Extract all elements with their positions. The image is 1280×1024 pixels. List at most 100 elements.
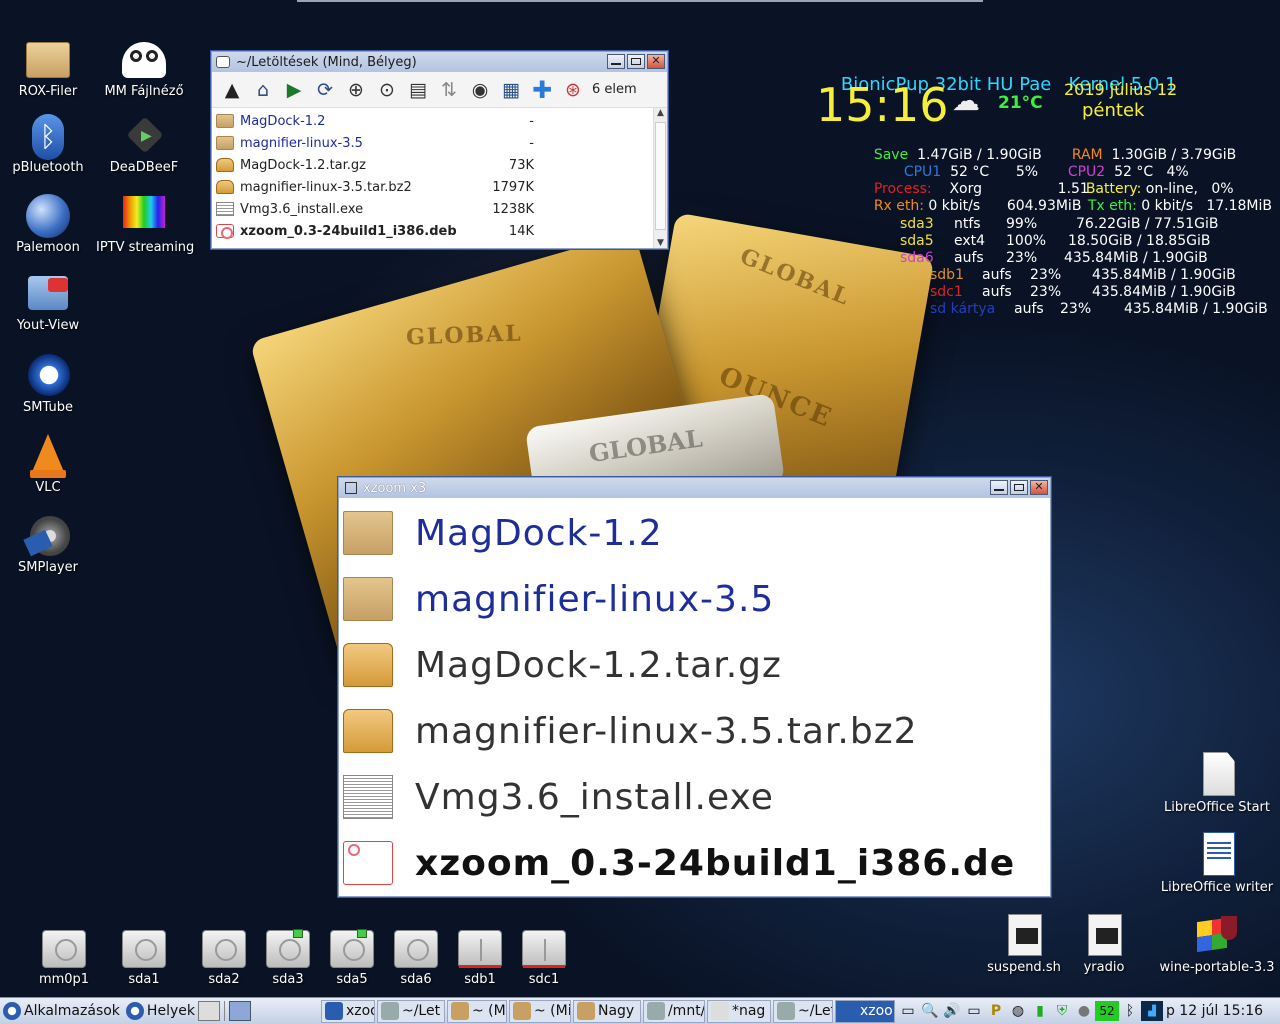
window-titlebar[interactable]: xzoom x3 ✕ xyxy=(339,478,1050,498)
drive-sdc1[interactable]: sdc1 xyxy=(514,930,574,987)
taskbar-window-button[interactable]: ~ (Mi xyxy=(446,999,507,1023)
vlc-desktop-icon[interactable]: VLC xyxy=(0,432,96,495)
disk-usage-row: sda3 ntfs 99% 76.22GiB / 77.51GiB xyxy=(900,216,1218,232)
disk-size: 435.84MiB / 1.90GiB xyxy=(1092,284,1236,300)
disk-device: sda6 xyxy=(900,250,934,266)
taskbar-window-button[interactable]: Nagy xyxy=(572,999,641,1023)
task-label: ~/Let xyxy=(797,1003,833,1019)
volume-icon[interactable]: 🔊 xyxy=(941,1001,963,1021)
drive-icon xyxy=(330,929,374,968)
zoom-in-icon[interactable]: ⊕ xyxy=(342,76,370,104)
scrollbar-thumb[interactable] xyxy=(655,122,666,230)
maximize-button[interactable] xyxy=(1010,480,1028,495)
applications-menu-button[interactable]: Alkalmazások xyxy=(0,1000,123,1023)
help-lifebuoy-icon[interactable]: ⊛ xyxy=(559,76,587,104)
zoom-fit-icon[interactable]: ⊙ xyxy=(373,76,401,104)
deadbeef-desktop-icon[interactable]: ▶ DeaDBeeF xyxy=(96,112,192,175)
shield-icon[interactable]: ⛨ xyxy=(1051,1001,1073,1021)
wine-desktop-icon[interactable]: wine-portable-3.3 xyxy=(1158,912,1276,975)
usb-drive-icon xyxy=(522,930,566,968)
scrollbar[interactable]: ▲ ▼ xyxy=(653,108,667,248)
up-icon[interactable]: ▲ xyxy=(218,76,246,104)
libreoffice-writer-label: LibreOffice writer xyxy=(1160,880,1274,895)
task-label: xzoo xyxy=(345,1003,374,1019)
drive-sda5[interactable]: sda5 xyxy=(322,929,382,987)
places-menu-button[interactable]: Helyek xyxy=(123,1000,198,1023)
minimize-button[interactable] xyxy=(607,54,625,69)
libreoffice-writer-desktop-icon[interactable]: LibreOffice writer xyxy=(1158,832,1276,895)
disk-size: 435.84MiB / 1.90GiB xyxy=(1064,250,1208,266)
close-button[interactable]: ✕ xyxy=(647,54,665,69)
smtube-desktop-icon[interactable]: SMTube xyxy=(0,352,96,415)
drive-sdb1[interactable]: sdb1 xyxy=(450,930,510,987)
drive-sda1[interactable]: sda1 xyxy=(114,930,174,987)
disk-fs: ext4 xyxy=(954,233,986,249)
cpu-temp-badge[interactable]: 52 xyxy=(1094,1001,1119,1021)
show-desktop-icon[interactable] xyxy=(228,1001,251,1021)
drive-sda3[interactable]: sda3 xyxy=(258,929,318,987)
disk-fs: aufs xyxy=(982,284,1012,300)
file-row[interactable]: MagDock-1.2.tar.gz 73K xyxy=(216,154,667,176)
palemoon-desktop-icon[interactable]: Palemoon xyxy=(0,192,96,255)
drive-mm0p1[interactable]: mm0p1 xyxy=(34,930,94,987)
file-row[interactable]: MagDock-1.2 - xyxy=(216,110,667,132)
pbluetooth-desktop-icon[interactable]: ᛒ pBluetooth xyxy=(0,112,96,175)
magnifier-icon[interactable]: 🔍 xyxy=(919,1001,941,1021)
taskbar-window-button[interactable]: ~/Let xyxy=(772,999,833,1023)
window-list-icon[interactable]: ▭ xyxy=(897,1001,919,1021)
yout-view-desktop-icon[interactable]: Yout-View xyxy=(0,270,96,333)
file-row[interactable]: magnifier-linux-3.5.tar.bz2 1797K xyxy=(216,176,667,198)
taskbar-window-button[interactable]: ~ (Mi xyxy=(508,999,571,1023)
home-icon[interactable]: ⌂ xyxy=(249,76,277,104)
select-all-icon[interactable]: ▦ xyxy=(497,76,525,104)
details-view-icon[interactable]: ▤ xyxy=(404,76,432,104)
mm-fajlnezo-desktop-icon[interactable]: MM Fájlnéző xyxy=(96,36,192,99)
sort-icon[interactable]: ⇅ xyxy=(435,76,463,104)
taskbar-window-button[interactable]: xzoo xyxy=(320,999,375,1023)
taskbar-window-button[interactable]: *nag xyxy=(706,999,771,1023)
file-size: 1238K xyxy=(492,201,534,217)
minimize-button[interactable] xyxy=(990,480,1008,495)
battery-icon[interactable]: ▭ xyxy=(963,1001,985,1021)
disk-icon[interactable]: ▮ xyxy=(1029,1001,1051,1021)
refresh-icon[interactable]: ⟳ xyxy=(311,76,339,104)
xzoom-window[interactable]: xzoom x3 ✕ MagDock-1.2 magnifier-linux-3.… xyxy=(338,477,1051,897)
executable-icon xyxy=(343,775,393,819)
bluetooth-icon[interactable]: ᛒ xyxy=(1119,1001,1141,1021)
new-plus-icon[interactable]: ✚ xyxy=(528,76,556,104)
rox-filer-window[interactable]: ~/Letöltések (Mind, Bélyeg) ✕ ▲ ⌂ ▶ ⟳ ⊕ … xyxy=(211,51,668,249)
smtube-label: SMTube xyxy=(23,400,73,415)
file-row[interactable]: Vmg3.6_install.exe 1238K xyxy=(216,198,667,220)
drive-icon xyxy=(394,930,438,968)
terminal-launcher-icon[interactable] xyxy=(197,1001,220,1021)
file-row[interactable]: xzoom_0.3-24build1_i386.deb 14K xyxy=(216,220,667,242)
taskbar-window-button[interactable]: xzoo xyxy=(834,999,895,1023)
taskbar-window-button[interactable]: ~/Let xyxy=(376,999,445,1023)
status-ball-icon[interactable]: ● xyxy=(1073,1001,1095,1021)
maximize-button[interactable] xyxy=(627,54,645,69)
zoomed-file-row: magnifier-linux-3.5.tar.bz2 xyxy=(339,698,1050,764)
taskbar-clock[interactable]: p 12 júl 15:16 xyxy=(1163,1000,1267,1023)
network-icon[interactable]: ◍ xyxy=(1007,1001,1029,1021)
rox-filer-desktop-icon[interactable]: ROX-Filer xyxy=(0,36,96,99)
window-titlebar[interactable]: ~/Letöltések (Mind, Bélyeg) ✕ xyxy=(212,52,667,72)
drive-sda6[interactable]: sda6 xyxy=(386,930,446,987)
taskbar-window-button[interactable]: /mnt/ xyxy=(642,999,705,1023)
file-row[interactable]: magnifier-linux-3.5 - xyxy=(216,132,667,154)
zoomed-file-name: xzoom_0.3-24build1_i386.de xyxy=(415,842,1016,884)
disk-percent: 100% xyxy=(1006,233,1047,249)
libreoffice-start-desktop-icon[interactable]: LibreOffice Start xyxy=(1158,752,1276,815)
task-label: /mnt/ xyxy=(667,1003,705,1019)
bookmark-icon[interactable]: ▶ xyxy=(280,76,308,104)
cpu-graph-icon[interactable]: ▟ xyxy=(1140,1001,1163,1021)
iptv-desktop-icon[interactable]: IPTV streaming xyxy=(96,192,194,255)
printer-icon[interactable]: P xyxy=(985,1001,1007,1021)
disk-device: sdc1 xyxy=(930,284,963,300)
yradio-desktop-icon[interactable]: yradio xyxy=(1056,912,1152,975)
show-hidden-eye-icon[interactable]: ◉ xyxy=(466,76,494,104)
drive-sda2[interactable]: sda2 xyxy=(194,930,254,987)
smplayer-desktop-icon[interactable]: SMPlayer xyxy=(0,512,96,575)
zoomed-file-name: magnifier-linux-3.5.tar.bz2 xyxy=(415,710,918,752)
close-button[interactable]: ✕ xyxy=(1030,480,1048,495)
disk-device: sda5 xyxy=(900,233,934,249)
